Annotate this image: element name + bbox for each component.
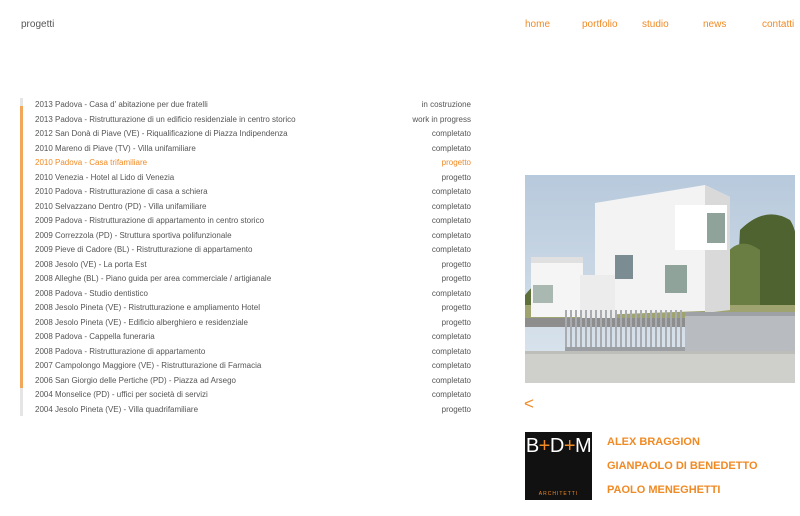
project-photo: [525, 175, 795, 383]
project-row[interactable]: 2010 Selvazzano Dentro (PD) - Villa unif…: [35, 200, 471, 215]
project-status: progetto: [441, 404, 471, 414]
project-row[interactable]: 2008 Padova - Cappella funeraria completa…: [35, 330, 471, 345]
logo-mark: B+D+M: [525, 435, 592, 457]
project-status: completato: [431, 216, 471, 225]
project-title: 2010 Venezia - Hotel al Lido di Venezia: [35, 172, 175, 182]
project-status: progetto: [441, 259, 471, 269]
project-status: completato: [431, 129, 471, 138]
project-status: completato: [431, 187, 471, 196]
nav-portfolio[interactable]: portfolio: [582, 19, 618, 30]
project-title: 2009 Padova - Ristrutturazione di appart…: [35, 216, 265, 225]
project-row[interactable]: 2006 San Giorgio delle Pertiche (PD) - P…: [35, 374, 471, 389]
project-row[interactable]: 2004 Monselice (PD) - uffici per società…: [35, 388, 471, 403]
page-title: progetti: [21, 19, 55, 30]
project-row[interactable]: 2008 Jesolo Pineta (VE) - Ristrutturazio…: [35, 301, 471, 316]
nav-contatti[interactable]: contatti: [762, 19, 794, 30]
villa-photo-image: [525, 175, 795, 383]
project-row[interactable]: 2010 Venezia - Hotel al Lido di Venezia p…: [35, 171, 471, 186]
project-status: progetto: [441, 317, 471, 327]
project-status: progetto: [441, 274, 471, 283]
project-status: progetto: [441, 172, 471, 182]
project-title: 2006 San Giorgio delle Pertiche (PD) - P…: [35, 375, 236, 385]
partner-name: PAOLO MENEGHETTI: [607, 484, 721, 496]
project-title: 2008 Jesolo Pineta (VE) - Edificio alber…: [35, 317, 249, 327]
project-status: completato: [431, 143, 471, 153]
project-row[interactable]: 2008 Padova - Studio dentistico completat…: [35, 287, 471, 302]
project-row[interactable]: 2010 Mareno di Piave (TV) - Villa unifam…: [35, 142, 471, 157]
project-row[interactable]: 2010 Padova - Casa trifamiliare progetto: [35, 156, 471, 171]
project-status: completato: [431, 332, 471, 341]
project-title: 2008 Jesolo (VE) - La porta Est: [35, 259, 147, 269]
project-status: completato: [431, 230, 471, 240]
project-row[interactable]: 2008 Alleghe (BL) - Piano guida per area…: [35, 272, 471, 287]
project-row[interactable]: 2012 San Donà di Piave (VE) - Riqualific…: [35, 127, 471, 142]
scrollbar[interactable]: [20, 98, 23, 416]
project-title: 2010 Mareno di Piave (TV) - Villa unifam…: [35, 143, 196, 153]
project-status: progetto: [441, 158, 471, 167]
project-title: 2007 Campolongo Maggiore (VE) - Ristrutt…: [35, 361, 262, 370]
partner-name: GIANPAOLO DI BENEDETTO: [607, 460, 758, 472]
project-list: 2013 Padova - Casa d' abitazione per due…: [35, 98, 471, 416]
project-status: completato: [431, 245, 471, 254]
project-status: completato: [431, 288, 471, 298]
project-status: completato: [431, 375, 471, 385]
project-status: work in progress: [412, 114, 471, 124]
project-title: 2010 Padova - Casa trifamiliare: [35, 158, 148, 167]
project-title: 2010 Selvazzano Dentro (PD) - Villa unif…: [35, 201, 207, 211]
project-list-panel: 2013 Padova - Casa d' abitazione per due…: [20, 98, 472, 416]
project-status: completato: [431, 390, 471, 399]
logo-subtitle: ARCHITETTI: [538, 491, 579, 497]
partner-name: ALEX BRAGGION: [607, 436, 700, 448]
project-row[interactable]: 2008 Jesolo (VE) - La porta Est progetto: [35, 258, 471, 273]
project-title: 2008 Padova - Studio dentistico: [35, 288, 148, 298]
project-row[interactable]: 2008 Padova - Ristrutturazione di appart…: [35, 345, 471, 360]
project-title: 2013 Padova - Ristrutturazione di un edi…: [35, 114, 296, 124]
scrollbar-thumb[interactable]: [20, 106, 23, 388]
project-row[interactable]: 2009 Correzzola (PD) - Struttura sportiv…: [35, 229, 471, 244]
project-status: progetto: [441, 303, 471, 312]
project-row[interactable]: 2008 Jesolo Pineta (VE) - Edificio alber…: [35, 316, 471, 331]
project-status: completato: [431, 201, 471, 211]
project-row[interactable]: 2009 Padova - Ristrutturazione di appart…: [35, 214, 471, 229]
project-title: 2010 Padova - Ristrutturazione di casa a…: [35, 187, 208, 196]
project-status: in costruzione: [421, 100, 471, 109]
project-title: 2012 San Donà di Piave (VE) - Riqualific…: [35, 129, 288, 138]
project-title: 2013 Padova - Casa d' abitazione per due…: [35, 100, 208, 109]
project-status: completato: [431, 361, 471, 370]
project-row[interactable]: 2010 Padova - Ristrutturazione di casa a…: [35, 185, 471, 200]
project-row[interactable]: 2009 Pieve di Cadore (BL) - Ristrutturaz…: [35, 243, 471, 258]
project-title: 2008 Jesolo Pineta (VE) - Ristrutturazio…: [35, 303, 260, 312]
project-title: 2009 Correzzola (PD) - Struttura sportiv…: [35, 230, 232, 240]
previous-arrow-icon[interactable]: <: [524, 394, 534, 414]
project-status: completato: [431, 346, 471, 356]
nav-home[interactable]: home: [525, 19, 550, 30]
project-row[interactable]: 2013 Padova - Ristrutturazione di un edi…: [35, 113, 471, 128]
project-row[interactable]: 2004 Jesolo Pineta (VE) - Villa quadrifa…: [35, 403, 471, 417]
project-title: 2008 Padova - Cappella funeraria: [35, 332, 155, 341]
bdm-logo: B+D+M ARCHITETTI: [525, 432, 592, 500]
project-row[interactable]: 2007 Campolongo Maggiore (VE) - Ristrutt…: [35, 359, 471, 374]
project-title: 2008 Padova - Ristrutturazione di appart…: [35, 346, 206, 356]
project-title: 2004 Monselice (PD) - uffici per società…: [35, 390, 208, 399]
project-title: 2004 Jesolo Pineta (VE) - Villa quadrifa…: [35, 404, 199, 414]
project-title: 2009 Pieve di Cadore (BL) - Ristrutturaz…: [35, 245, 253, 254]
nav-studio[interactable]: studio: [642, 19, 669, 30]
project-title: 2008 Alleghe (BL) - Piano guida per area…: [35, 274, 272, 283]
nav-news[interactable]: news: [703, 19, 726, 30]
project-row[interactable]: 2013 Padova - Casa d' abitazione per due…: [35, 98, 471, 113]
